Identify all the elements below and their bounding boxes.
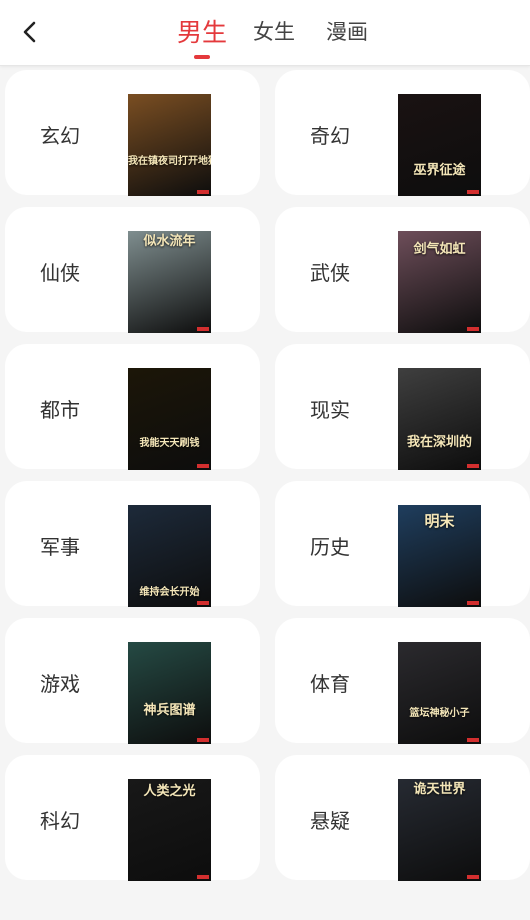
category-label: 科幻 [40, 809, 80, 833]
book-cover-title: 神兵图谱 [143, 703, 196, 718]
category-label: 现实 [310, 398, 350, 422]
category-label: 仙侠 [40, 261, 80, 285]
publisher-logo [467, 464, 479, 468]
category-label: 游戏 [40, 672, 80, 696]
book-cover[interactable]: 我在深圳的 [398, 368, 481, 470]
book-cover-title: 维持会长开始 [139, 587, 200, 598]
book-cover-title: 人类之光 [143, 784, 196, 799]
book-cover-title: 诡天世界 [413, 782, 466, 797]
top-bar: 男生 女生 漫画 [0, 0, 530, 66]
publisher-logo [467, 327, 479, 331]
publisher-logo [197, 875, 209, 879]
book-cover[interactable]: 人类之光 [128, 779, 211, 881]
category-card-11[interactable]: 科幻 人类之光 [5, 755, 260, 881]
book-cover-title: 篮坛神秘小子 [409, 708, 470, 719]
book-cover-title: 似水流年 [143, 234, 196, 249]
gender-tabs: 男生 女生 漫画 [0, 0, 530, 66]
publisher-logo [467, 601, 479, 605]
book-cover-title: 明末 [424, 512, 455, 530]
book-cover[interactable]: 篮坛神秘小子 [398, 642, 481, 744]
category-card-7[interactable]: 军事维持会长开始 [5, 481, 260, 607]
category-card-1[interactable]: 玄幻我在镇夜司打开地狱之门 [5, 70, 260, 196]
category-card-6[interactable]: 现实我在深圳的 [275, 344, 530, 470]
book-cover[interactable]: 明末 [398, 505, 481, 607]
category-card-4[interactable]: 武侠 剑气如虹 [275, 207, 530, 333]
active-tab-indicator [194, 55, 210, 59]
book-cover[interactable]: 似水流年 [128, 231, 211, 333]
category-label: 奇幻 [310, 124, 350, 148]
category-label: 都市 [40, 398, 80, 422]
publisher-logo [467, 190, 479, 194]
tab-female[interactable]: 女生 [253, 16, 295, 46]
category-label: 武侠 [310, 261, 350, 285]
book-cover-title: 巫界征途 [413, 163, 466, 178]
publisher-logo [197, 464, 209, 468]
category-label: 玄幻 [40, 124, 80, 148]
publisher-logo [467, 738, 479, 742]
book-cover[interactable]: 神兵图谱 [128, 642, 211, 744]
book-cover[interactable]: 剑气如虹 [398, 231, 481, 333]
category-label: 悬疑 [310, 809, 350, 833]
category-card-2[interactable]: 奇幻巫界征途 [275, 70, 530, 196]
publisher-logo [197, 190, 209, 194]
book-cover-title: 我能天天刷钱 [139, 438, 200, 449]
category-label: 体育 [310, 672, 350, 696]
publisher-logo [197, 601, 209, 605]
category-card-8[interactable]: 历史 明末 [275, 481, 530, 607]
category-card-9[interactable]: 游戏神兵图谱 [5, 618, 260, 744]
tab-comics[interactable]: 漫画 [326, 16, 368, 46]
book-cover[interactable]: 巫界征途 [398, 94, 481, 196]
book-cover[interactable]: 我能天天刷钱 [128, 368, 211, 470]
publisher-logo [197, 327, 209, 331]
tab-male[interactable]: 男生 [177, 13, 227, 49]
book-cover[interactable]: 维持会长开始 [128, 505, 211, 607]
book-cover-title: 我在镇夜司打开地狱之门 [128, 156, 211, 167]
book-cover[interactable]: 我在镇夜司打开地狱之门 [128, 94, 211, 196]
category-label: 军事 [40, 535, 80, 559]
category-card-3[interactable]: 仙侠 似水流年 [5, 207, 260, 333]
book-cover-title: 剑气如虹 [413, 242, 466, 257]
category-card-10[interactable]: 体育篮坛神秘小子 [275, 618, 530, 744]
category-label: 历史 [310, 535, 350, 559]
category-card-5[interactable]: 都市我能天天刷钱 [5, 344, 260, 470]
category-card-12[interactable]: 悬疑 诡天世界 [275, 755, 530, 881]
book-cover-title: 我在深圳的 [406, 435, 472, 450]
publisher-logo [467, 875, 479, 879]
publisher-logo [197, 738, 209, 742]
book-cover[interactable]: 诡天世界 [398, 779, 481, 881]
